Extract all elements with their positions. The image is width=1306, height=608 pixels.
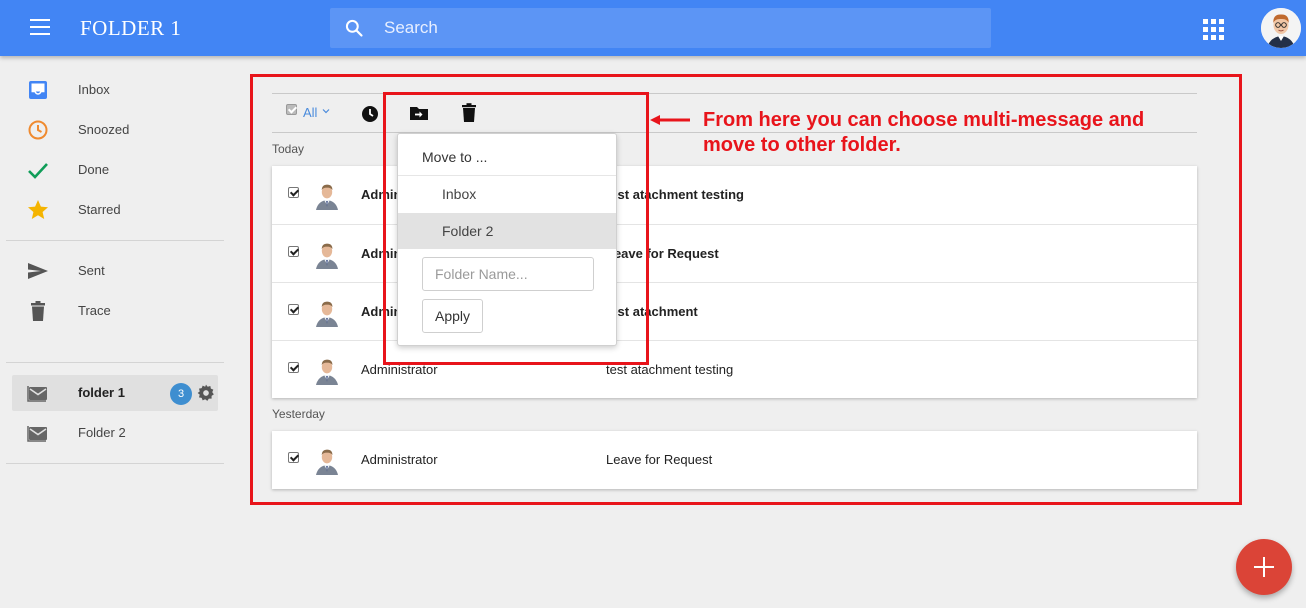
sidebar-item-label: Sent: [78, 263, 105, 278]
sidebar-item-snoozed[interactable]: Snoozed: [12, 112, 218, 148]
message-row[interactable]: Administrator Leave for Request: [272, 431, 1197, 489]
check-icon: [28, 163, 48, 179]
sidebar: Inbox Snoozed Done Starred Sent Trace fo…: [0, 56, 230, 608]
message-checkbox[interactable]: [288, 304, 299, 315]
unread-count-badge: 3: [170, 383, 192, 405]
select-all-label: All: [303, 105, 318, 120]
message-subject: test atachment testing: [606, 362, 734, 377]
chevron-down-icon: [322, 109, 330, 114]
message-subject: Leave for Request: [606, 452, 713, 467]
sidebar-item-label: folder 1: [78, 385, 125, 400]
sidebar-item-trace[interactable]: Trace: [12, 293, 218, 329]
toolbar-divider: [272, 93, 1197, 94]
apply-button[interactable]: Apply: [422, 299, 483, 333]
sidebar-folder-1[interactable]: folder 1 3: [12, 375, 218, 411]
sidebar-item-sent[interactable]: Sent: [12, 253, 218, 289]
search-input[interactable]: [384, 8, 974, 48]
send-icon: [28, 263, 48, 279]
sender-avatar: [312, 355, 342, 385]
clock-icon: [28, 120, 48, 140]
message-row[interactable]: Administrator test atachment testing: [272, 340, 1197, 398]
sidebar-folder-2[interactable]: Folder 2: [12, 415, 218, 451]
message-list-yesterday: Administrator Leave for Request: [272, 431, 1197, 489]
sidebar-item-label: Starred: [78, 202, 121, 217]
select-all-checkbox[interactable]: [286, 104, 297, 115]
user-avatar[interactable]: [1261, 8, 1301, 48]
message-sender: Administrator: [361, 452, 438, 467]
search-icon[interactable]: [344, 18, 364, 38]
sender-avatar: [312, 445, 342, 475]
group-label-yesterday: Yesterday: [272, 407, 325, 421]
sidebar-divider: [6, 362, 224, 363]
annotation-text: From here you can choose multi-message a…: [703, 109, 1145, 156]
sidebar-item-starred[interactable]: Starred: [12, 192, 218, 228]
menu-item-label: Inbox: [442, 186, 477, 202]
folder-name-input[interactable]: [422, 257, 594, 291]
menu-item-label: Folder 2: [442, 223, 494, 239]
inbox-icon: [29, 81, 47, 99]
sidebar-divider: [6, 240, 224, 241]
message-sender: Administrator: [361, 362, 438, 377]
star-icon: [28, 200, 48, 219]
sidebar-item-label: Snoozed: [78, 122, 130, 137]
snooze-clock-icon[interactable]: [359, 102, 381, 124]
trash-icon: [31, 301, 45, 321]
group-label-today: Today: [272, 142, 305, 156]
search-bar[interactable]: [330, 8, 991, 48]
message-subject: Leave for Request: [606, 246, 719, 261]
sidebar-divider: [6, 463, 224, 464]
top-app-bar: FOLDER 1: [0, 0, 1306, 56]
message-subject: test atachment testing: [606, 187, 744, 202]
move-option-inbox[interactable]: Inbox: [398, 176, 616, 212]
sidebar-item-done[interactable]: Done: [12, 152, 218, 188]
sidebar-item-label: Inbox: [78, 82, 110, 97]
message-checkbox[interactable]: [288, 187, 299, 198]
move-option-folder-2[interactable]: Folder 2: [398, 213, 616, 249]
message-checkbox[interactable]: [288, 452, 299, 463]
apps-grid-icon[interactable]: [1203, 19, 1224, 40]
folder-mail-icon: [27, 422, 49, 444]
move-to-title: Move to ...: [422, 149, 488, 165]
sender-avatar: [312, 180, 342, 210]
annotation-arrow-icon: [650, 115, 690, 125]
sidebar-item-label: Done: [78, 162, 110, 177]
message-subject: test atachment: [606, 304, 698, 319]
sidebar-item-label: Trace: [78, 303, 111, 318]
move-to-menu: Move to ... Inbox Folder 2 Apply: [397, 133, 617, 346]
gear-icon[interactable]: [196, 383, 216, 403]
page-title: FOLDER 1: [80, 16, 182, 40]
compose-plus-button[interactable]: [1236, 539, 1292, 595]
message-checkbox[interactable]: [288, 246, 299, 257]
sidebar-item-inbox[interactable]: Inbox: [12, 72, 218, 108]
folder-mail-icon: [27, 382, 49, 404]
delete-icon[interactable]: [458, 102, 480, 124]
menu-icon[interactable]: [22, 16, 58, 40]
select-all-dropdown[interactable]: All: [286, 104, 332, 120]
message-checkbox[interactable]: [288, 362, 299, 373]
sender-avatar: [312, 239, 342, 269]
sender-avatar: [312, 297, 342, 327]
move-to-folder-icon[interactable]: [408, 102, 430, 124]
sidebar-item-label: Folder 2: [78, 425, 126, 440]
